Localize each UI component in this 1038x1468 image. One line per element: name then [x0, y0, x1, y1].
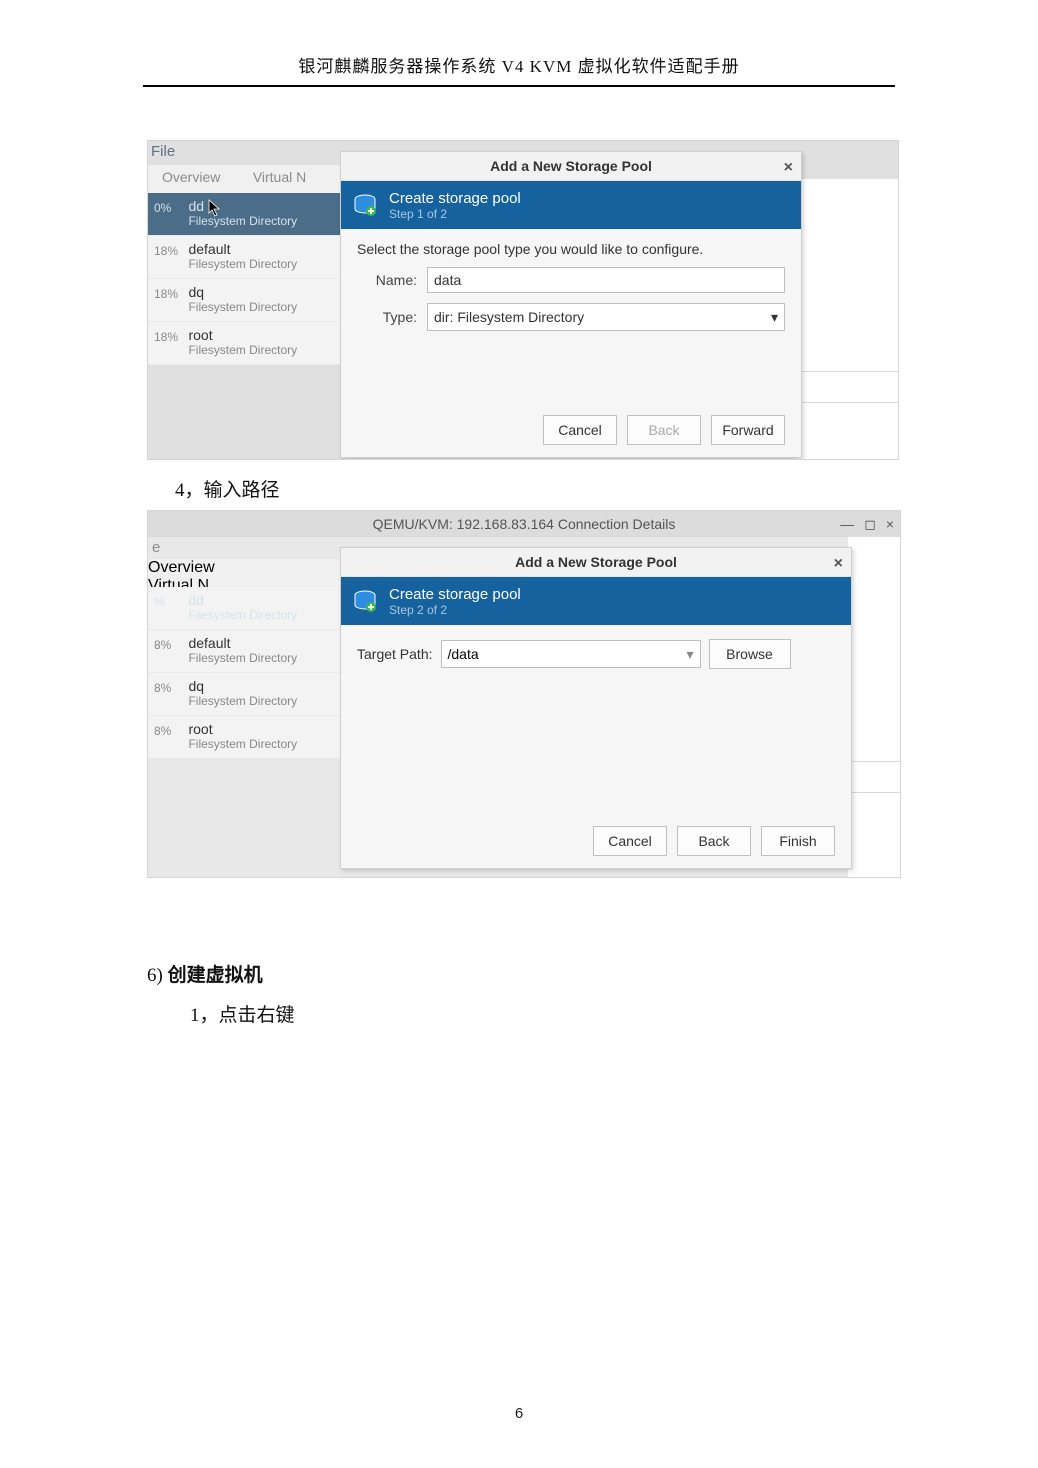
bg-right-bar2: [848, 761, 900, 793]
header-rule: [143, 85, 895, 87]
dialog-titlebar-2: Add a New Storage Pool ×: [341, 548, 851, 577]
pool-type: Filesystem Directory: [188, 651, 297, 665]
storage-pool-list-2: % dd Filesystem Directory 8% default Fil…: [148, 587, 340, 759]
close-icon-2[interactable]: ×: [834, 550, 843, 578]
bg-right-strip2: [848, 537, 900, 877]
dialog-desc: Select the storage pool type you would l…: [357, 241, 785, 257]
page-header: 银河麒麟服务器操作系统 V4 KVM 虚拟化软件适配手册: [0, 52, 1038, 77]
add-storage-pool-dialog-step2: Add a New Storage Pool × Create storage …: [340, 547, 852, 869]
page-number: 6: [0, 1405, 1038, 1422]
forward-button[interactable]: Forward: [711, 415, 785, 445]
dialog-titlebar: Add a New Storage Pool ×: [341, 152, 801, 181]
storage-pool-icon: [351, 191, 379, 219]
pool-type: Filesystem Directory: [188, 300, 297, 314]
usage-pct: 0%: [154, 198, 184, 215]
sidebar-item-root[interactable]: 18% root Filesystem Directory: [148, 322, 340, 365]
pool-name: dd: [188, 592, 297, 608]
sidebar-item-root-2[interactable]: 8% root Filesystem Directory: [148, 716, 340, 759]
tab-overview[interactable]: Overview: [148, 165, 234, 189]
sidebar-item-dd-2[interactable]: % dd Filesystem Directory: [148, 587, 340, 630]
sidebar-item-dq[interactable]: 18% dq Filesystem Directory: [148, 279, 340, 322]
sidebar-item-default-2[interactable]: 8% default Filesystem Directory: [148, 630, 340, 673]
bg-right-strip: [798, 179, 898, 459]
screenshot-step1: File Overview Virtual N 0% dd Filesystem…: [147, 140, 899, 460]
name-input[interactable]: [427, 267, 785, 293]
tabs-bar: Overview Virtual N: [148, 165, 340, 194]
usage-pct: 8%: [154, 678, 184, 695]
pool-name: root: [188, 327, 297, 343]
pool-type: Filesystem Directory: [188, 608, 297, 622]
dialog-title: Add a New Storage Pool: [490, 158, 652, 174]
usage-pct: 8%: [154, 635, 184, 652]
usage-pct: 8%: [154, 721, 184, 738]
chevron-down-icon: ▾: [686, 646, 693, 663]
type-value: dir: Filesystem Directory: [434, 309, 584, 325]
pool-name: default: [188, 635, 297, 651]
browse-button[interactable]: Browse: [709, 639, 791, 669]
pool-name: dq: [188, 678, 297, 694]
banner-title: Create storage pool: [389, 190, 521, 207]
usage-pct: 18%: [154, 284, 184, 301]
close-icon[interactable]: ×: [784, 154, 793, 182]
pool-type: Filesystem Directory: [188, 737, 297, 751]
banner-step-2: Step 2 of 2: [389, 603, 521, 617]
pool-name: dq: [188, 284, 297, 300]
banner-title-2: Create storage pool: [389, 586, 521, 603]
type-select[interactable]: dir: Filesystem Directory ▾: [427, 303, 785, 331]
tabs-bar-2: Overview Virtual N: [148, 559, 340, 588]
doc-sec6: 6) 创建虚拟机: [147, 960, 263, 987]
back-button[interactable]: Back: [627, 415, 701, 445]
pool-name: root: [188, 721, 297, 737]
finish-button[interactable]: Finish: [761, 826, 835, 856]
pool-type: Filesystem Directory: [188, 214, 297, 228]
menu-edit-fragment[interactable]: e: [152, 539, 160, 556]
tab-virtual-networks[interactable]: Virtual N: [239, 165, 320, 189]
usage-pct: 18%: [154, 327, 184, 344]
dialog-banner: Create storage pool Step 1 of 2: [341, 181, 801, 229]
name-label: Name:: [357, 272, 427, 288]
sidebar-item-default[interactable]: 18% default Filesystem Directory: [148, 236, 340, 279]
type-label: Type:: [357, 309, 427, 325]
sidebar-item-dq-2[interactable]: 8% dq Filesystem Directory: [148, 673, 340, 716]
tab-overview-2[interactable]: Overview: [148, 559, 340, 577]
usage-pct: 18%: [154, 241, 184, 258]
dialog-banner-2: Create storage pool Step 2 of 2: [341, 577, 851, 625]
win-title-text: QEMU/KVM: 192.168.83.164 Connection Deta…: [373, 516, 676, 532]
chevron-down-icon: ▾: [771, 309, 778, 326]
banner-step: Step 1 of 2: [389, 207, 521, 221]
bg-right-bar: [798, 371, 898, 403]
pool-type: Filesystem Directory: [188, 257, 297, 271]
target-path-label: Target Path:: [357, 646, 433, 662]
menu-file[interactable]: File: [151, 143, 175, 160]
target-path-input[interactable]: /data ▾: [441, 640, 701, 668]
sidebar-item-dd[interactable]: 0% dd Filesystem Directory: [148, 193, 340, 236]
pool-type: Filesystem Directory: [188, 694, 297, 708]
back-button-2[interactable]: Back: [677, 826, 751, 856]
cancel-button[interactable]: Cancel: [543, 415, 617, 445]
screenshot-step2: QEMU/KVM: 192.168.83.164 Connection Deta…: [147, 510, 901, 878]
sec6-num: 6): [147, 965, 163, 986]
storage-pool-list: 0% dd Filesystem Directory 18% default F…: [148, 193, 340, 365]
close-window-icon[interactable]: ×: [886, 511, 894, 537]
pool-type: Filesystem Directory: [188, 343, 297, 357]
usage-pct: %: [154, 592, 184, 609]
pool-name: dd: [188, 198, 297, 214]
dialog-title-2: Add a New Storage Pool: [515, 554, 677, 570]
sec6-title: 创建虚拟机: [168, 965, 263, 986]
minimize-icon[interactable]: —: [840, 511, 854, 537]
target-path-value: /data: [448, 646, 479, 662]
cancel-button-2[interactable]: Cancel: [593, 826, 667, 856]
doc-step4: 4，输入路径: [175, 475, 280, 502]
connection-details-title: QEMU/KVM: 192.168.83.164 Connection Deta…: [148, 511, 900, 537]
add-storage-pool-dialog-step1: Add a New Storage Pool × Create storage …: [340, 151, 802, 458]
pool-name: default: [188, 241, 297, 257]
doc-sec6-step1: 1，点击右键: [190, 1000, 295, 1027]
maximize-icon[interactable]: ◻: [864, 511, 876, 537]
storage-pool-icon-2: [351, 587, 379, 615]
